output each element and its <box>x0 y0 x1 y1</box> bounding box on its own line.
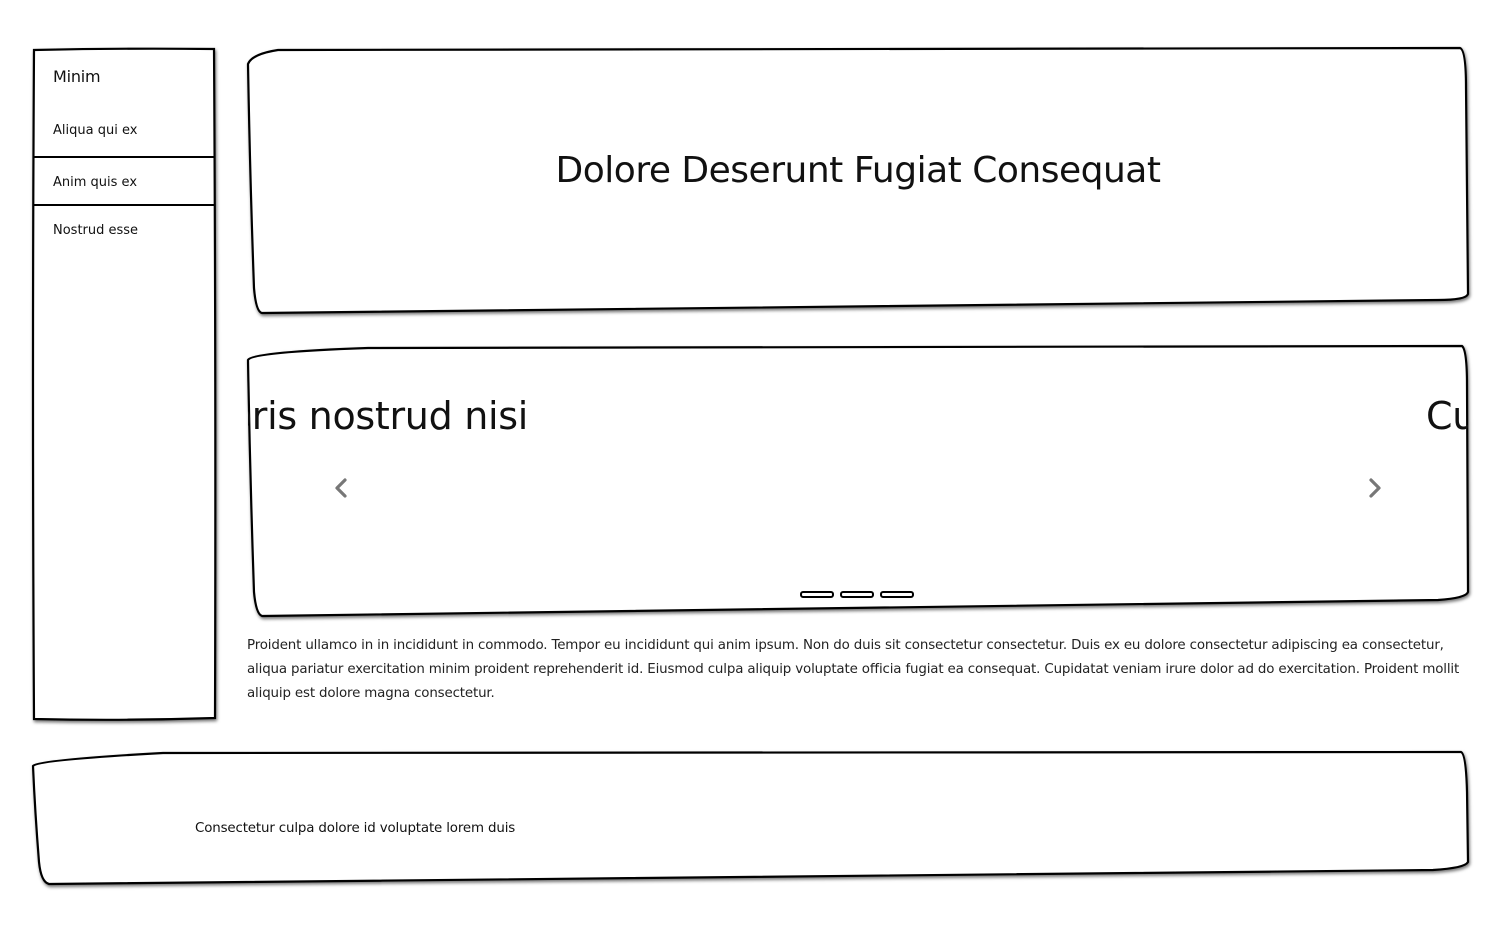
chevron-left-icon <box>335 478 347 498</box>
carousel-indicator[interactable] <box>800 591 834 598</box>
carousel-slide-caption: Laboris nostrud nisi <box>248 394 528 438</box>
footer-text: Consectetur culpa dolore id voluptate lo… <box>195 821 516 836</box>
header-panel: Dolore Deserunt Fugiat Consequat <box>246 46 1470 315</box>
carousel-prev-button[interactable] <box>330 474 352 502</box>
sidebar-brand[interactable]: Minim <box>53 67 101 86</box>
carousel-next-button[interactable] <box>1364 474 1386 502</box>
sidebar-item-aliqua-qui-ex[interactable]: Aliqua qui ex <box>33 105 215 156</box>
body-paragraph: Proident ullamco in in incididunt in com… <box>247 638 1460 701</box>
carousel-indicators <box>800 591 914 598</box>
footer-panel: Consectetur culpa dolore id voluptate lo… <box>31 750 1470 886</box>
carousel-indicator[interactable] <box>880 591 914 598</box>
sidebar-item-anim-quis-ex[interactable]: Anim quis ex <box>33 156 215 206</box>
chevron-right-icon <box>1369 478 1381 498</box>
sidebar: Minim Aliqua qui ex Anim quis ex Nostrud… <box>31 47 217 721</box>
footer-frame <box>31 750 1470 886</box>
carousel-indicator[interactable] <box>840 591 874 598</box>
carousel-slide-caption: Cu <box>1426 394 1468 438</box>
sidebar-item-nostrud-esse[interactable]: Nostrud esse <box>33 206 215 256</box>
carousel: Laboris nostrud nisi Cu <box>246 344 1470 618</box>
carousel-viewport: Laboris nostrud nisi Cu <box>248 346 1468 617</box>
page-title: Dolore Deserunt Fugiat Consequat <box>555 150 1161 191</box>
